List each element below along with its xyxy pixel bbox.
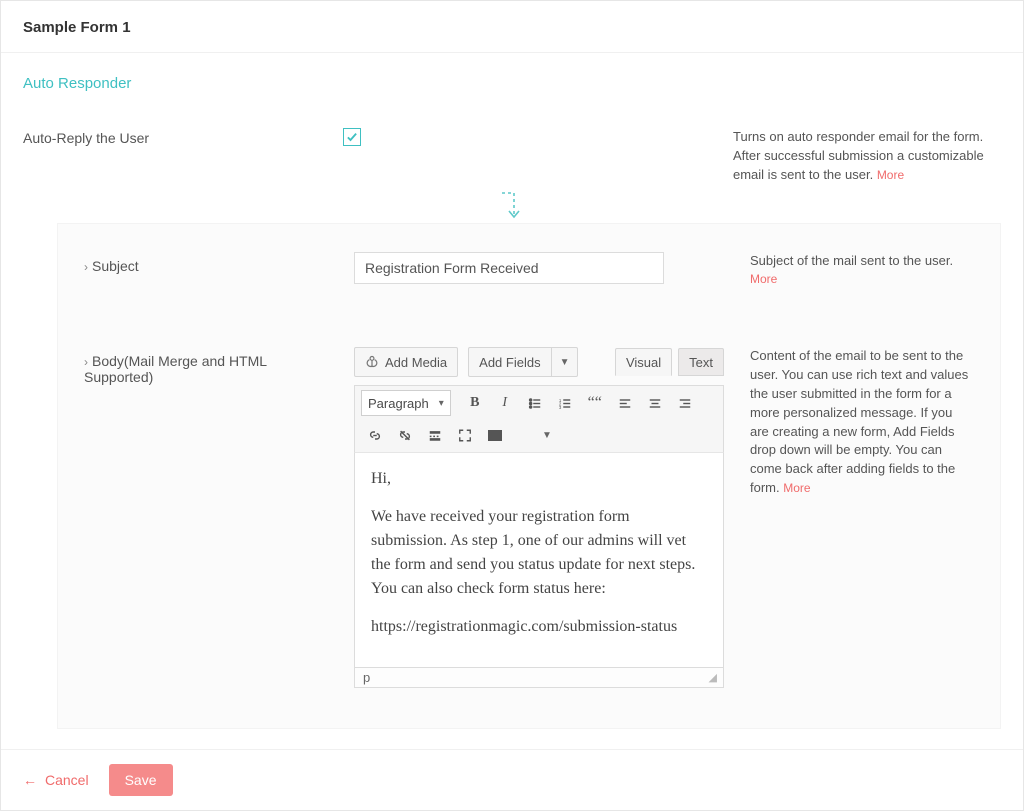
svg-text:3: 3 [559, 404, 562, 409]
subject-input[interactable] [354, 252, 664, 284]
format-select-label: Paragraph [368, 396, 429, 411]
body-help-text: Content of the email to be sent to the u… [750, 348, 968, 495]
arrow-left-icon: ← [23, 772, 37, 788]
autoreply-help-text: Turns on auto responder email for the fo… [733, 129, 984, 182]
dashed-arrow-icon [1, 191, 1023, 225]
add-fields-button[interactable]: Add Fields [468, 347, 551, 377]
editor-toolbar: Paragraph B I 123 ““ [354, 385, 724, 453]
footer: ← Cancel Save [1, 749, 1023, 810]
toolbar-more-button[interactable]: ▼ [533, 422, 561, 448]
editor-path: p [363, 670, 370, 685]
autoreply-control [343, 128, 713, 185]
toolbar-toggle-button[interactable] [481, 422, 509, 448]
editor-tabs: Visual Text [615, 348, 724, 376]
tab-visual[interactable]: Visual [615, 348, 672, 376]
resize-handle-icon[interactable]: ◢ [709, 671, 715, 684]
media-icon [365, 354, 379, 371]
section-title-link[interactable]: Auto Responder [23, 75, 131, 92]
row-body: Body(Mail Merge and HTML Supported) Add … [84, 347, 974, 688]
save-button[interactable]: Save [109, 764, 173, 796]
kitchen-sink-icon [488, 430, 502, 441]
add-media-label: Add Media [385, 355, 447, 370]
align-center-button[interactable] [641, 390, 669, 416]
header: Sample Form 1 [1, 1, 1023, 53]
fullscreen-button[interactable] [451, 422, 479, 448]
cancel-button[interactable]: ← Cancel [23, 772, 89, 788]
bullet-list-button[interactable] [521, 390, 549, 416]
autoreply-help: Turns on auto responder email for the fo… [733, 128, 1001, 185]
blockquote-button[interactable]: ““ [581, 390, 609, 416]
cancel-label: Cancel [45, 772, 89, 788]
subject-more-link[interactable]: More [750, 272, 777, 286]
add-media-button[interactable]: Add Media [354, 347, 458, 377]
row-autoreply: Auto-Reply the User Turns on auto respon… [1, 100, 1023, 195]
subject-control [354, 252, 724, 284]
editor-body[interactable]: Hi, We have received your registration f… [354, 453, 724, 668]
nested-panel: Subject Subject of the mail sent to the … [57, 223, 1001, 730]
subject-help: Subject of the mail sent to the user. Mo… [744, 252, 974, 290]
body-label: Body(Mail Merge and HTML Supported) [84, 347, 334, 385]
body-paragraph-3: https://registrationmagic.com/submission… [371, 615, 707, 639]
numbered-list-button[interactable]: 123 [551, 390, 579, 416]
body-editor-wrap: Add Media Add Fields ▼ Visual Text [354, 347, 724, 688]
align-right-button[interactable] [671, 390, 699, 416]
editor-actions: Add Media Add Fields ▼ Visual Text [354, 347, 724, 377]
italic-button[interactable]: I [491, 390, 519, 416]
form-title: Sample Form 1 [23, 19, 1001, 36]
chevron-down-icon: ▼ [542, 430, 552, 441]
autoreply-label: Auto-Reply the User [23, 128, 323, 185]
chevron-down-icon: ▼ [560, 357, 570, 368]
unlink-button[interactable] [391, 422, 419, 448]
body-paragraph-1: Hi, [371, 467, 707, 491]
subject-help-text: Subject of the mail sent to the user. [750, 253, 953, 268]
row-subject: Subject Subject of the mail sent to the … [84, 252, 974, 290]
add-fields-group: Add Fields ▼ [468, 347, 578, 377]
link-button[interactable] [361, 422, 389, 448]
autoreply-more-link[interactable]: More [877, 168, 904, 182]
autoreply-checkbox[interactable] [343, 128, 361, 146]
body-paragraph-2: We have received your registration form … [371, 505, 707, 601]
read-more-button[interactable] [421, 422, 449, 448]
bold-button[interactable]: B [461, 390, 489, 416]
page: Sample Form 1 Auto Responder Auto-Reply … [0, 0, 1024, 811]
subject-label: Subject [84, 252, 334, 274]
editor-statusbar: p ◢ [354, 668, 724, 688]
add-fields-dropdown[interactable]: ▼ [552, 347, 579, 377]
body-more-link[interactable]: More [783, 481, 810, 495]
add-fields-label: Add Fields [479, 355, 540, 370]
tab-text[interactable]: Text [678, 348, 724, 376]
section-head: Auto Responder [1, 53, 1023, 100]
format-select[interactable]: Paragraph [361, 390, 451, 416]
align-left-button[interactable] [611, 390, 639, 416]
body-help: Content of the email to be sent to the u… [744, 347, 974, 498]
